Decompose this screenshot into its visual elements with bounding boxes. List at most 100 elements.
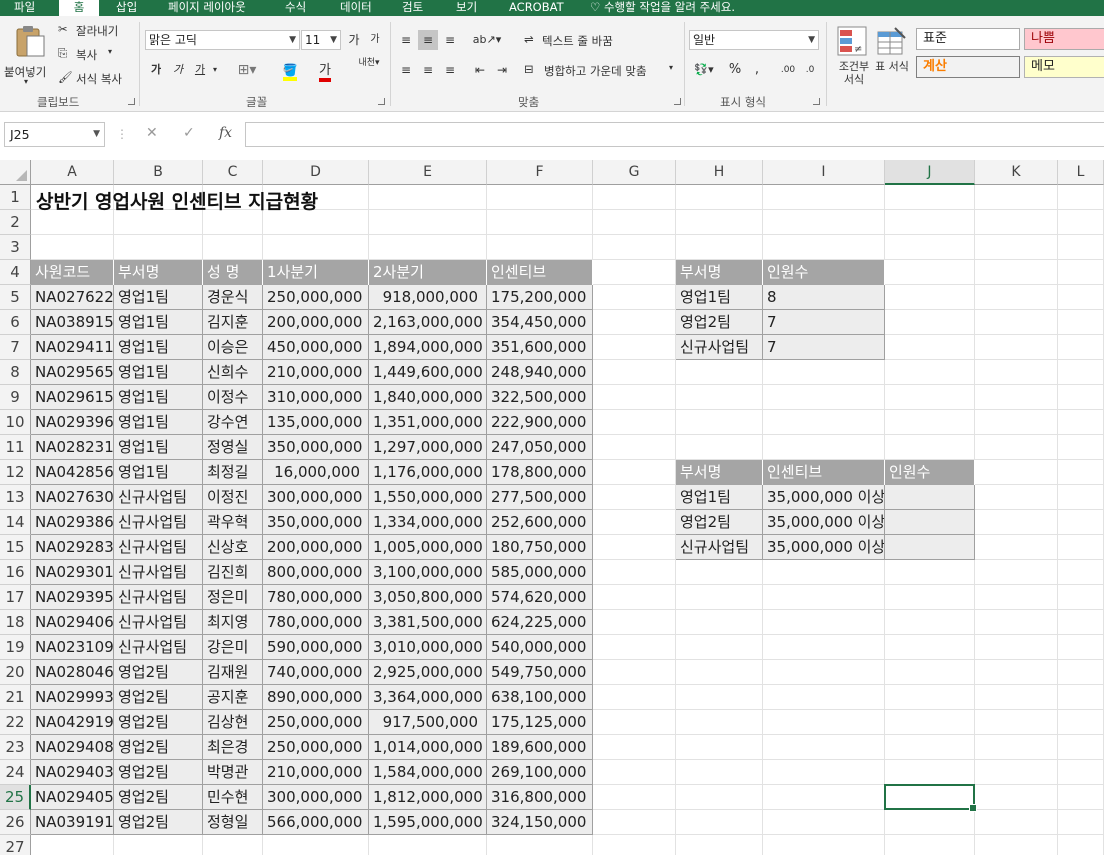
table-cell[interactable]: 890,000,000 [263,685,369,710]
table-cell[interactable]: 신상호 [203,535,263,560]
table-cell[interactable]: 780,000,000 [263,585,369,610]
table-cell[interactable]: 신규사업팀 [114,635,203,660]
table-cell[interactable]: 영업1팀 [114,410,203,435]
table-cell[interactable]: 918,000,000 [369,285,487,310]
dialog-launcher-icon[interactable] [378,98,385,105]
cancel-icon[interactable]: ✕ [146,125,158,141]
table-cell[interactable]: 247,050,000 [487,435,593,460]
font-size-select[interactable]: 11 ▼ [301,30,341,50]
tab-data[interactable]: 데이터 [340,0,372,16]
style-normal[interactable]: 표준 [916,28,1020,50]
row-header-3[interactable]: 3 [0,235,31,260]
table-cell[interactable]: 135,000,000 [263,410,369,435]
dialog-launcher-icon[interactable] [128,98,135,105]
column-header-d[interactable]: D [263,160,369,185]
table-cell[interactable]: NA029406 [31,610,114,635]
summary-cell[interactable]: 영업1팀 [676,285,763,310]
table-cell[interactable]: NA029411 [31,335,114,360]
table-cell[interactable]: 1,005,000,000 [369,535,487,560]
underline-dropdown[interactable]: ▾ [210,60,220,80]
merge-center-button[interactable]: ⊟ 병합하고 가운데 맞춤 ▾ [524,60,679,80]
table-cell[interactable]: 300,000,000 [263,785,369,810]
style-bad[interactable]: 나쁨 [1024,28,1104,50]
table-cell[interactable]: 최지영 [203,610,263,635]
style-calculation[interactable]: 계산 [916,56,1020,78]
name-box[interactable]: J25 ▼ [4,122,105,147]
table-cell[interactable]: 252,600,000 [487,510,593,535]
active-cell-cursor[interactable] [884,784,977,812]
row-header-24[interactable]: 24 [0,760,31,785]
table-cell[interactable]: 영업2팀 [114,810,203,835]
table-cell[interactable]: 210,000,000 [263,760,369,785]
table-header-cell[interactable]: 1사분기 [263,260,369,285]
tab-page-layout[interactable]: 페이지 레이아웃 [168,0,246,16]
table-cell[interactable]: 3,100,000,000 [369,560,487,585]
table-cell[interactable]: 영업1팀 [114,385,203,410]
fill-color-button[interactable]: 🪣 [275,60,305,81]
table-cell[interactable]: 정은미 [203,585,263,610]
column-header-i[interactable]: I [763,160,885,185]
table-cell[interactable]: 박명관 [203,760,263,785]
table-cell[interactable]: NA042856 [31,460,114,485]
table-cell[interactable]: 1,894,000,000 [369,335,487,360]
table-cell[interactable]: 영업2팀 [114,710,203,735]
table-cell[interactable]: 영업2팀 [114,760,203,785]
table-cell[interactable]: NA029403 [31,760,114,785]
table-cell[interactable]: 638,100,000 [487,685,593,710]
table-cell[interactable]: 이정진 [203,485,263,510]
criteria-cell[interactable]: 35,000,000 이상 [763,485,885,510]
table-cell[interactable]: NA029993 [31,685,114,710]
accounting-format-button[interactable]: 💱▾ [690,60,718,80]
row-header-22[interactable]: 22 [0,710,31,735]
table-cell[interactable]: 신희수 [203,360,263,385]
row-header-4[interactable]: 4 [0,260,31,285]
criteria-header-cell[interactable]: 인원수 [885,460,975,485]
row-header-26[interactable]: 26 [0,810,31,835]
table-cell[interactable]: 354,450,000 [487,310,593,335]
table-cell[interactable]: 590,000,000 [263,635,369,660]
table-cell[interactable]: NA029283 [31,535,114,560]
table-cell[interactable]: 200,000,000 [263,310,369,335]
table-cell[interactable]: 324,150,000 [487,810,593,835]
row-header-17[interactable]: 17 [0,585,31,610]
table-cell[interactable]: 신규사업팀 [114,585,203,610]
conditional-formatting-button[interactable]: ≠ 조건부 서식 [832,24,872,94]
table-cell[interactable]: 영업2팀 [114,785,203,810]
table-cell[interactable]: 250,000,000 [263,285,369,310]
table-cell[interactable]: 200,000,000 [263,535,369,560]
table-cell[interactable]: NA027622 [31,285,114,310]
table-cell[interactable]: 영업1팀 [114,310,203,335]
align-bottom-button[interactable]: ≡ [440,30,460,50]
row-header-27[interactable]: 27 [0,835,31,855]
summary-header-cell[interactable]: 인원수 [763,260,885,285]
table-header-cell[interactable]: 2사분기 [369,260,487,285]
underline-button[interactable]: 가 [192,60,208,80]
tab-acrobat[interactable]: ACROBAT [509,0,564,16]
table-cell[interactable]: 공지훈 [203,685,263,710]
table-cell[interactable]: 1,334,000,000 [369,510,487,535]
table-cell[interactable]: NA023109 [31,635,114,660]
row-header-19[interactable]: 19 [0,635,31,660]
table-cell[interactable]: 3,050,800,000 [369,585,487,610]
insert-function-icon[interactable]: fx [219,125,232,141]
table-cell[interactable]: 574,620,000 [487,585,593,610]
table-cell[interactable]: 최정길 [203,460,263,485]
column-header-h[interactable]: H [676,160,763,185]
table-cell[interactable]: 350,000,000 [263,510,369,535]
table-cell[interactable]: 강은미 [203,635,263,660]
style-note[interactable]: 메모 [1024,56,1104,78]
dialog-launcher-icon[interactable] [813,98,820,105]
decrease-font-size-button[interactable]: 가 [366,30,384,50]
table-cell[interactable]: 175,125,000 [487,710,593,735]
summary-cell[interactable]: 신규사업팀 [676,335,763,360]
increase-font-size-button[interactable]: 가 [345,30,363,50]
sheet-title[interactable]: 상반기 영업사원 인센티브 지급현황 [32,187,322,217]
table-cell[interactable]: 3,010,000,000 [369,635,487,660]
tab-home[interactable]: 홈 [59,0,99,16]
table-cell[interactable]: 3,364,000,000 [369,685,487,710]
row-header-16[interactable]: 16 [0,560,31,585]
table-cell[interactable]: NA029565 [31,360,114,385]
tab-formulas[interactable]: 수식 [285,0,306,16]
summary-cell[interactable]: 영업2팀 [676,310,763,335]
row-header-11[interactable]: 11 [0,435,31,460]
